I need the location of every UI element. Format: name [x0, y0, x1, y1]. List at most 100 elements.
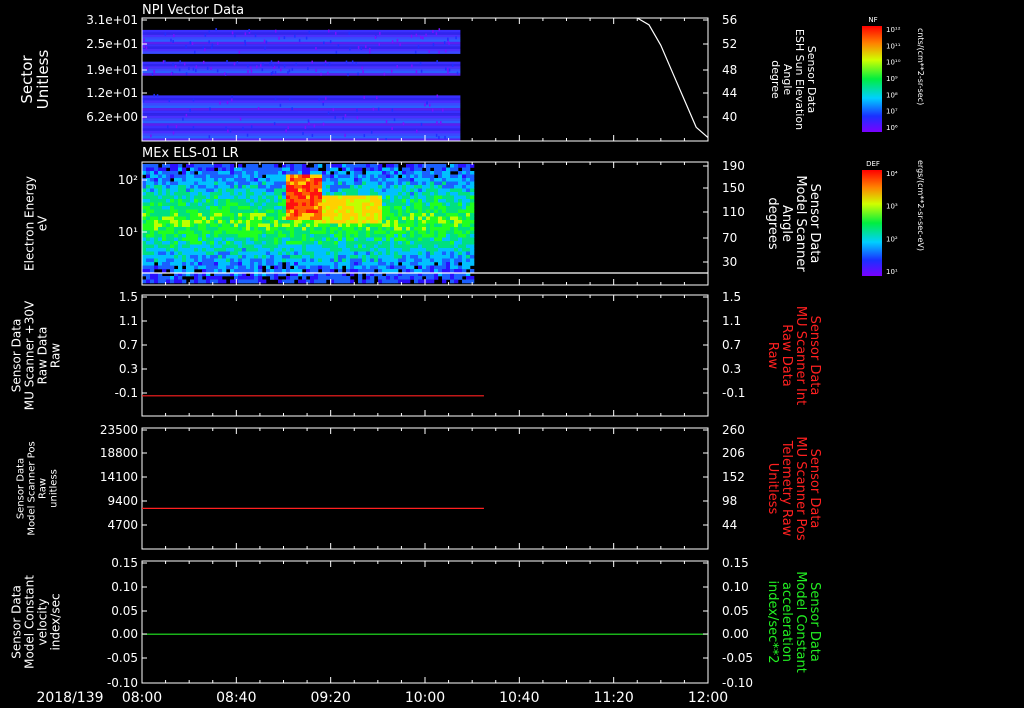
heatmap-cell [166, 192, 171, 196]
heatmap-cell [218, 167, 223, 172]
heatmap-cell [186, 262, 191, 266]
heatmap-cell [166, 178, 171, 182]
heatmap-cell [458, 248, 463, 252]
heatmap-cell [314, 269, 319, 273]
heatmap-cell [246, 192, 251, 196]
heatmap-cell [442, 269, 447, 273]
heatmap-cell [286, 265, 291, 270]
heatmap-cell [458, 164, 463, 168]
heatmap-cell [198, 227, 203, 231]
heatmap-cell [254, 248, 259, 252]
heatmap-cell [242, 181, 247, 186]
heatmap-cell [454, 167, 459, 172]
heatmap-cell [358, 174, 363, 179]
heatmap-cell [170, 237, 175, 242]
heatmap-cell [422, 262, 427, 266]
heatmap-cell [370, 171, 375, 175]
heatmap-cell [322, 255, 327, 259]
heatmap-cell [306, 265, 311, 270]
heatmap-cell [410, 234, 415, 238]
heatmap-cell [198, 251, 203, 256]
heatmap-cell [306, 167, 311, 172]
heatmap-cell [454, 164, 459, 168]
y2-axis-label: acceleration [779, 582, 794, 662]
heatmap-cell [418, 216, 423, 221]
heatmap-cell [246, 276, 251, 280]
heatmap-cell [153, 70, 156, 74]
y2-tick-label: 260 [722, 423, 745, 437]
heatmap-cell [442, 185, 447, 189]
heatmap-cell [182, 234, 187, 238]
heatmap-cell [230, 164, 235, 168]
heatmap-cell [374, 199, 379, 203]
heatmap-cell [186, 223, 191, 228]
heatmap-cell [166, 171, 171, 175]
heatmap-cell [314, 171, 319, 175]
heatmap-cell [462, 220, 467, 224]
heatmap-cell [410, 265, 415, 270]
heatmap-cell [158, 230, 163, 235]
heatmap-cell [310, 209, 315, 214]
heatmap-cell [166, 202, 171, 207]
heatmap-cell [406, 174, 411, 179]
heatmap-cell [394, 181, 399, 186]
heatmap-cell [146, 164, 151, 168]
heatmap-cell [365, 45, 367, 49]
y2-tick-label: 44 [722, 86, 737, 100]
heatmap-cell [350, 248, 355, 252]
heatmap-cell [466, 251, 471, 256]
heatmap-cell [310, 269, 315, 273]
heatmap-cell [386, 234, 391, 238]
heatmap-cell [374, 255, 379, 259]
heatmap-cell [390, 164, 395, 168]
heatmap-cell [462, 185, 467, 189]
heatmap-cell [338, 269, 343, 273]
heatmap-cell [338, 174, 343, 179]
heatmap-cell [372, 107, 375, 111]
heatmap-cell [398, 265, 403, 270]
heatmap-cell [386, 258, 391, 263]
heatmap-cell [298, 181, 303, 186]
heatmap-cell [218, 248, 223, 252]
heatmap-cell [154, 265, 159, 270]
heatmap-cell [294, 248, 299, 252]
heatmap-cell [190, 178, 195, 182]
heatmap-cell [238, 227, 243, 231]
heatmap-cell [390, 206, 395, 210]
heatmap-cell [254, 34, 257, 38]
heatmap-cell [434, 171, 439, 175]
heatmap-cell [330, 216, 335, 221]
heatmap-cell [170, 192, 175, 196]
heatmap-cell [362, 258, 367, 263]
heatmap-cell [322, 269, 327, 273]
heatmap-cell [426, 234, 431, 238]
heatmap-cell [190, 234, 195, 238]
heatmap-cell [402, 258, 407, 263]
heatmap-cell [182, 279, 187, 284]
heatmap-cell [222, 202, 227, 207]
heatmap-cell [146, 199, 151, 203]
heatmap-cell [195, 69, 197, 73]
heatmap-cell [358, 237, 363, 242]
heatmap-cell [238, 276, 243, 280]
heatmap-cell [270, 244, 275, 249]
heatmap-cell [330, 248, 335, 252]
heatmap-cell [430, 244, 435, 249]
heatmap-cell [246, 206, 251, 210]
heatmap-cell [210, 174, 215, 179]
heatmap-cell [270, 227, 275, 231]
heatmap-cell [286, 178, 291, 182]
heatmap-cell [174, 178, 179, 182]
heatmap-cell [298, 248, 303, 252]
heatmap-cell [358, 213, 363, 217]
heatmap-cell [346, 227, 351, 231]
heatmap-cell [406, 206, 411, 210]
heatmap-cell [190, 195, 195, 200]
heatmap-cell [454, 220, 459, 224]
heatmap-cell [346, 258, 351, 263]
y-tick-label: 2.5e+01 [86, 37, 138, 51]
heatmap-cell [326, 206, 331, 210]
heatmap-cell [262, 209, 267, 214]
heatmap-band [142, 120, 461, 124]
heatmap-cell [202, 178, 207, 182]
